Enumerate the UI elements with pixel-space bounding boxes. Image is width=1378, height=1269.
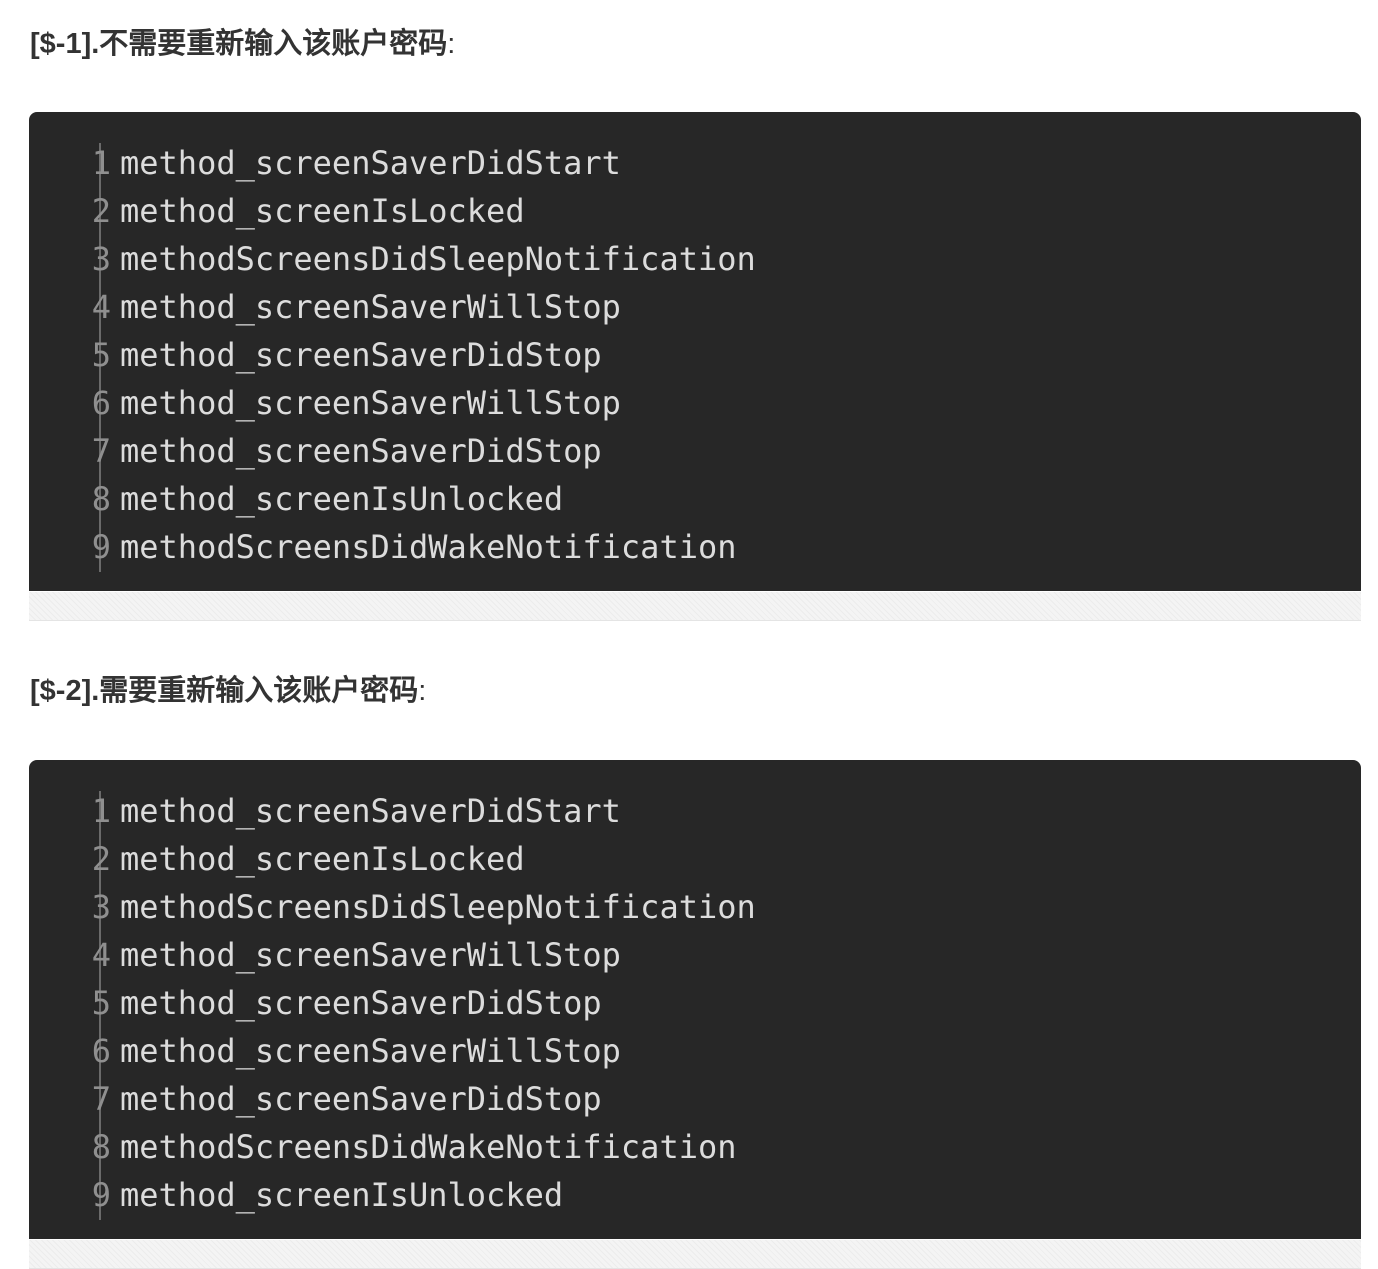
code-text: method_screenSaverDidStart [120,792,621,830]
line-number: 6 [91,384,111,422]
line-number: 1 [91,792,111,830]
line-number: 3 [91,240,111,278]
code-text: method_screenSaverWillStop [120,936,621,974]
section-1-code-block: 1 method_screenSaverDidStart 2 method_scre… [29,112,1361,591]
line-number: 4 [91,936,111,974]
section-1-heading: [$-1].不需要重新输入该账户密码: [30,24,455,64]
line-number: 9 [91,528,111,566]
code-text: method_screenSaverDidStart [120,144,621,182]
line-number: 5 [91,984,111,1022]
code-text: method_screenIsLocked [120,840,525,878]
code-text: method_screenSaverDidStop [120,336,602,374]
section-2-heading-colon: : [418,675,427,707]
line-number: 7 [91,1080,111,1118]
code-text: method_screenSaverWillStop [120,1032,621,1070]
code-text: method_screenSaverDidStop [120,1080,602,1118]
code-text: method_screenSaverWillStop [120,288,621,326]
line-number: 9 [91,1176,111,1214]
code-text: methodScreensDidSleepNotification [120,240,756,278]
code-text: methodScreensDidSleepNotification [120,888,756,926]
line-number: 7 [91,432,111,470]
section-2-heading: [$-2].需要重新输入该账户密码: [30,671,426,711]
line-number: 2 [91,192,111,230]
code-text: methodScreensDidWakeNotification [120,528,737,566]
code-text: method_screenIsLocked [120,192,525,230]
line-number: 8 [91,1128,111,1166]
code-text: method_screenSaverWillStop [120,384,621,422]
code-text: methodScreensDidWakeNotification [120,1128,737,1166]
section-1-heading-text: [$-1].不需要重新输入该账户密码 [30,28,448,60]
section-2-horizontal-scrollbar[interactable] [29,1240,1361,1269]
line-number: 8 [91,480,111,518]
section-2-heading-text: [$-2].需要重新输入该账户密码 [30,675,419,707]
code-text: method_screenIsUnlocked [120,1176,564,1214]
line-number: 3 [91,888,111,926]
code-text: method_screenIsUnlocked [120,480,564,518]
line-number: 1 [91,144,111,182]
section-1-horizontal-scrollbar[interactable] [29,592,1361,621]
code-text: method_screenSaverDidStop [120,432,602,470]
section-2-code-block: 1 method_screenSaverDidStart 2 method_scre… [29,760,1361,1239]
code-text: method_screenSaverDidStop [120,984,602,1022]
line-number: 5 [91,336,111,374]
line-number: 2 [91,840,111,878]
line-number: 6 [91,1032,111,1070]
section-1-heading-colon: : [447,28,456,60]
line-number: 4 [91,288,111,326]
